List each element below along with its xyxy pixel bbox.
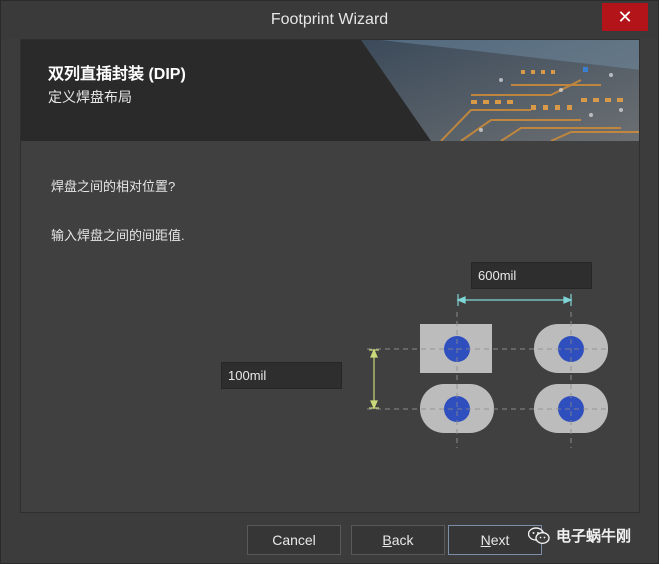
horizontal-spacing-arrow	[456, 294, 573, 306]
window-title: Footprint Wizard	[270, 11, 389, 28]
layout-question: 焊盘之间的相对位置?	[51, 179, 176, 194]
back-label-rest: ack	[391, 532, 414, 548]
title-bar: Footprint Wizard ✕	[1, 1, 658, 39]
header-banner: 双列直插封装 (DIP) 定义焊盘布局	[21, 40, 639, 141]
close-icon: ✕	[617, 7, 633, 27]
vertical-spacing-arrow	[369, 348, 379, 410]
vertical-spacing-input[interactable]	[221, 362, 342, 389]
pad-layout-diagram	[367, 294, 609, 448]
back-access-key: B	[382, 532, 392, 548]
banner-subtitle: 定义焊盘布局	[48, 89, 132, 105]
next-access-key: N	[480, 532, 491, 548]
back-button[interactable]: Back	[351, 525, 445, 555]
pcb-banner-image	[361, 40, 639, 141]
watermark: 电子蜗牛刚	[528, 525, 631, 546]
wechat-icon	[528, 526, 550, 544]
spacing-instruction: 输入焊盘之间的间距值.	[51, 228, 185, 243]
cancel-button[interactable]: Cancel	[247, 525, 341, 555]
footprint-wizard-window: Footprint Wizard ✕ 双列直插封装 (DIP) 定义焊盘布局 焊…	[0, 0, 659, 564]
close-button[interactable]: ✕	[602, 3, 648, 31]
banner-title: 双列直插封装 (DIP)	[48, 66, 186, 83]
wizard-content: 双列直插封装 (DIP) 定义焊盘布局 焊盘之间的相对位置? 输入焊盘之间的间距…	[20, 39, 640, 513]
horizontal-spacing-input[interactable]	[471, 262, 592, 289]
next-label-rest: ext	[490, 532, 510, 548]
watermark-text: 电子蜗牛刚	[556, 528, 632, 545]
